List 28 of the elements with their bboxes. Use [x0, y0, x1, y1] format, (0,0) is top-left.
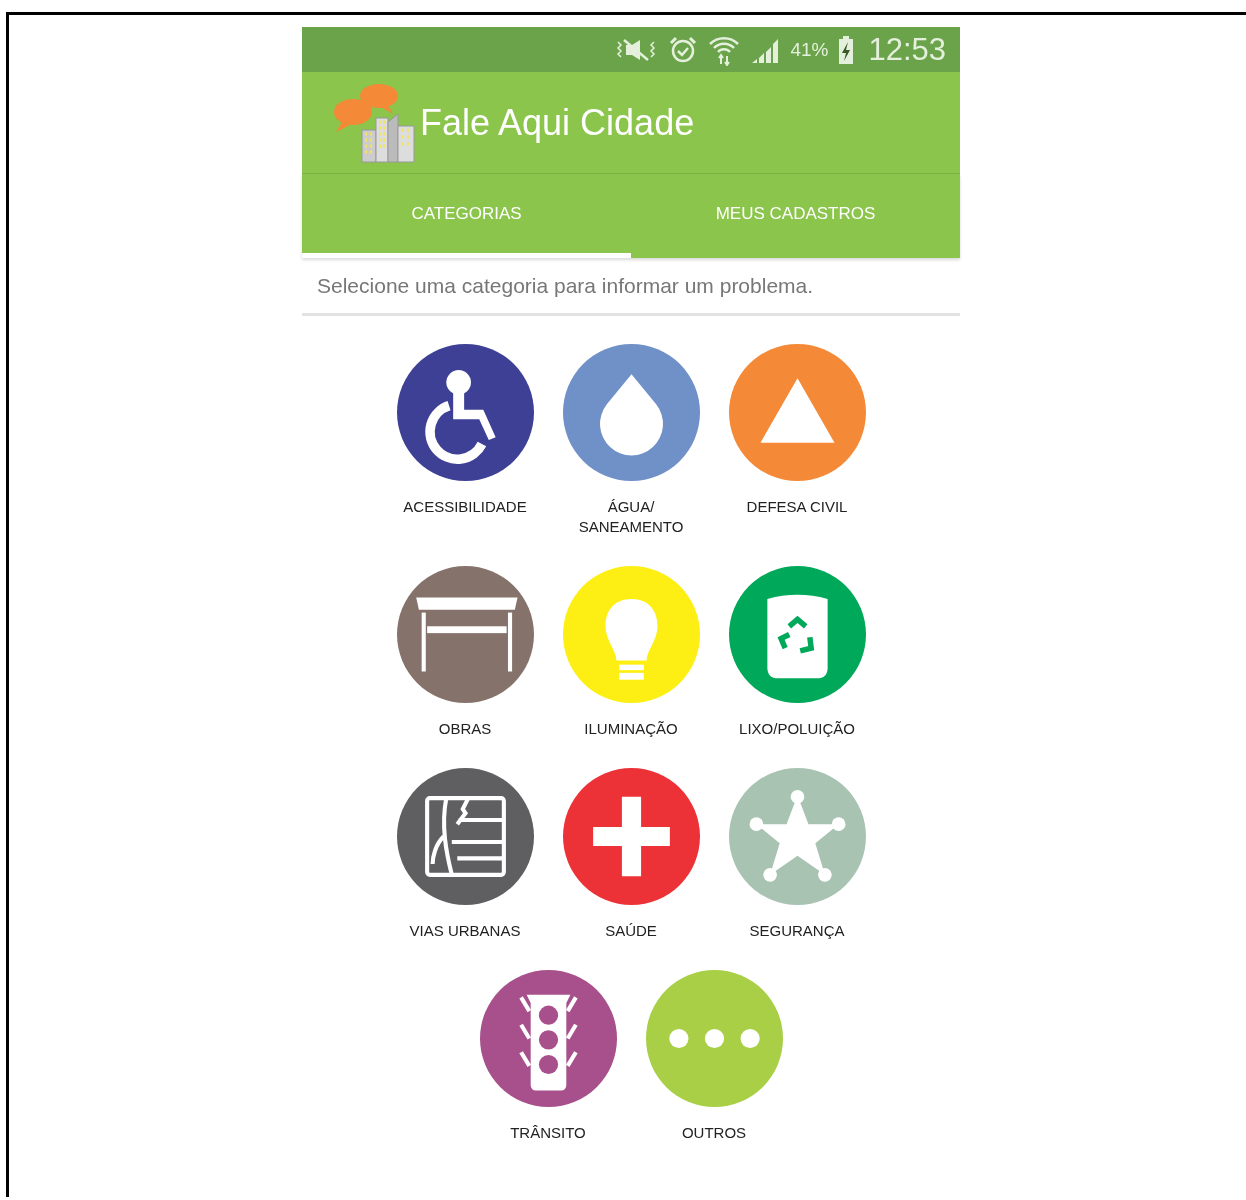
instruction-text: Selecione uma categoria para informar um problema. [317, 274, 815, 298]
light-bulb-icon [604, 598, 658, 680]
category-button[interactable]: SEGURANÇA [714, 768, 880, 941]
clock-time: 12:53 [868, 31, 946, 68]
sheriff-star-icon [749, 789, 845, 882]
alarm-icon [668, 34, 699, 65]
triangle-icon [760, 378, 834, 443]
traffic-light-icon [518, 994, 578, 1091]
category-button[interactable]: OBRAS [382, 566, 548, 739]
battery-charging-icon [838, 35, 855, 64]
category-button[interactable]: OUTROS [631, 970, 797, 1143]
category-button[interactable]: TRÂNSITO [465, 970, 631, 1143]
more-icon [668, 1028, 760, 1049]
wheelchair-icon [424, 370, 496, 464]
category-button[interactable]: VIAS URBANAS [382, 768, 548, 941]
barrier-icon [415, 597, 518, 672]
category-button[interactable]: LIXO/POLUIÇÃO [714, 566, 880, 739]
category-button[interactable]: ILUMINAÇÃO [548, 566, 714, 739]
battery-percent: 41% [790, 38, 829, 61]
recycling-bin-icon [766, 594, 828, 679]
category-button[interactable]: DEFESA CIVIL [714, 344, 880, 537]
cross-icon [592, 796, 670, 877]
water-drop-icon [599, 374, 663, 456]
map-icon [424, 796, 506, 877]
app-title: Fale Aqui Cidade [420, 101, 695, 144]
category-button[interactable]: ACESSIBILIDADE [382, 344, 548, 537]
category-button[interactable]: SAÚDE [548, 768, 714, 941]
category-button[interactable]: ÁGUA/ SANEAMENTO [548, 344, 714, 537]
